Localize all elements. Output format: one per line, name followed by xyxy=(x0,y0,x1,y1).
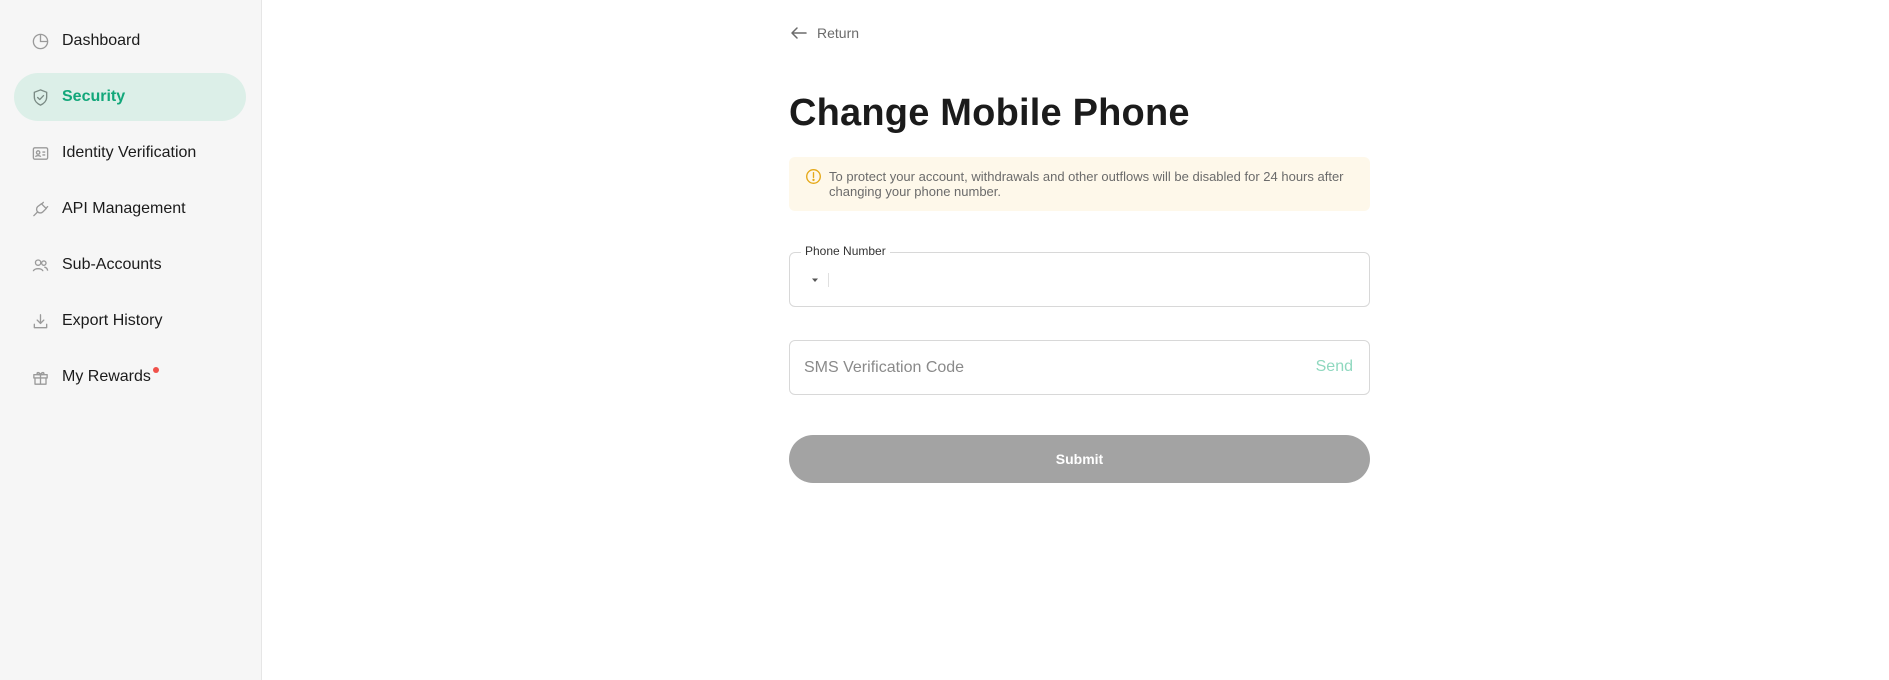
sidebar-item-api-management[interactable]: API Management xyxy=(14,185,246,233)
sidebar-item-label: Export History xyxy=(62,312,163,329)
return-link[interactable]: Return xyxy=(789,23,859,43)
pie-chart-icon xyxy=(30,31,50,51)
arrow-left-icon xyxy=(791,27,807,39)
submit-button[interactable]: Submit xyxy=(789,435,1370,483)
send-code-button[interactable]: Send xyxy=(1316,358,1353,376)
sms-code-input[interactable] xyxy=(804,349,1284,387)
info-icon xyxy=(806,169,821,184)
sidebar-item-sub-accounts[interactable]: Sub-Accounts xyxy=(14,241,246,289)
sidebar-item-label: Sub-Accounts xyxy=(62,256,162,273)
phone-number-label: Phone Number xyxy=(801,244,890,258)
alert-text: To protect your account, withdrawals and… xyxy=(829,169,1344,199)
notification-dot xyxy=(152,367,159,373)
return-label: Return xyxy=(817,25,860,41)
shield-icon xyxy=(30,87,50,107)
caret-down-icon[interactable] xyxy=(808,273,822,287)
sidebar: Dashboard Security Identity Verification… xyxy=(0,0,262,680)
app-root: Dashboard Security Identity Verification… xyxy=(0,0,1889,680)
sidebar-item-label: Identity Verification xyxy=(62,144,197,161)
sidebar-item-security[interactable]: Security xyxy=(14,73,246,121)
users-icon xyxy=(30,255,50,275)
country-code-divider xyxy=(828,273,829,287)
plug-icon xyxy=(30,199,50,219)
phone-number-input[interactable] xyxy=(836,261,1356,299)
sms-code-field: Send xyxy=(789,340,1370,395)
sidebar-item-export-history[interactable]: Export History xyxy=(14,297,246,345)
phone-number-field: Phone Number xyxy=(789,244,1370,307)
download-icon xyxy=(30,311,50,331)
sidebar-item-my-rewards[interactable]: My Rewards xyxy=(14,353,246,401)
id-card-icon xyxy=(30,143,50,163)
gift-icon xyxy=(30,367,50,387)
sidebar-item-label: Security xyxy=(62,88,126,105)
sidebar-item-dashboard[interactable]: Dashboard xyxy=(14,17,246,65)
sidebar-item-label: My Rewards xyxy=(62,367,159,386)
my-rewards-text: My Rewards xyxy=(62,368,151,385)
page-title: Change Mobile Phone xyxy=(789,92,1190,134)
sidebar-item-identity-verification[interactable]: Identity Verification xyxy=(14,129,246,177)
sidebar-item-label: API Management xyxy=(62,200,186,217)
warning-alert: To protect your account, withdrawals and… xyxy=(789,157,1370,211)
sidebar-item-label: Dashboard xyxy=(62,32,141,49)
